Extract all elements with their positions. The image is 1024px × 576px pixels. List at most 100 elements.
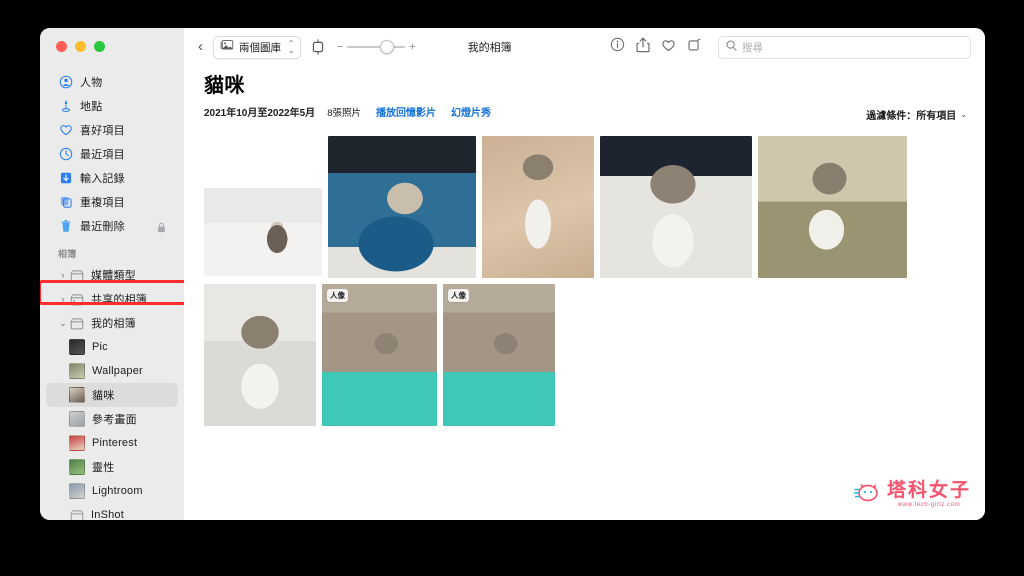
album-thumb-icon (69, 435, 85, 451)
sidebar-album-reference[interactable]: 參考畫面 (46, 407, 178, 431)
main-content: ‹ 兩個圖庫 ⌃ ⌄ − + 我的相簿 搜尋 貓咪 2021年10月至2022年… (184, 28, 985, 520)
rotate-icon[interactable] (687, 37, 702, 57)
photo-thumbnail[interactable] (322, 284, 437, 426)
photo-cell[interactable]: 人像 (322, 284, 437, 426)
toolbar: ‹ 兩個圖庫 ⌃ ⌄ − + 我的相簿 搜尋 (184, 28, 985, 66)
import-icon (58, 171, 73, 186)
close-button[interactable] (56, 41, 67, 52)
sidebar-item-people[interactable]: 人物 (46, 70, 178, 94)
sidebar: 人物 地點 喜好項目 最近項目 輸入記錄 重複項目 最近刪除 相簿 › 媒體類型… (40, 28, 184, 520)
portrait-badge: 人像 (327, 289, 348, 302)
sidebar-album-pinterest[interactable]: Pinterest (46, 431, 178, 455)
library-label: 兩個圖庫 (239, 41, 281, 54)
cat-logo-icon (852, 479, 882, 510)
zoom-button[interactable] (94, 41, 105, 52)
slideshow-link[interactable]: 幻燈片秀 (451, 104, 491, 119)
sidebar-item-label: 靈性 (92, 462, 115, 474)
trash-icon (58, 219, 73, 234)
slider-knob[interactable] (380, 40, 395, 54)
photo-row: 人像 人像 (204, 284, 975, 426)
photo-row (204, 132, 975, 278)
watermark: 塔科女子 www.tech-girlz.com (852, 479, 971, 510)
photo-thumbnail[interactable] (328, 136, 476, 278)
chevron-down-icon[interactable]: ⌄ (58, 318, 68, 329)
sidebar-item-label: InShot (91, 509, 125, 520)
chevron-right-icon[interactable]: › (58, 294, 68, 304)
sidebar-item-imports[interactable]: 輸入記錄 (46, 166, 178, 190)
clock-icon (58, 147, 73, 162)
sidebar-item-label: 重複項目 (80, 197, 125, 209)
filter-label: 過濾條件：所有項目 (866, 111, 957, 122)
sidebar-item-label: 喜好項目 (80, 125, 125, 137)
photo-thumbnail[interactable] (204, 188, 322, 276)
traffic-lights (56, 41, 105, 52)
sidebar-item-label: 輸入記錄 (80, 173, 125, 185)
album-header: 貓咪 2021年10月至2022年5月 8張照片 播放回憶影片 幻燈片秀 (184, 66, 985, 119)
toolbar-title: 我的相簿 (467, 42, 512, 54)
sidebar-item-recently-deleted[interactable]: 最近刪除 (46, 214, 178, 238)
slider-track (347, 46, 406, 48)
share-icon[interactable] (636, 37, 650, 58)
heart-icon (58, 123, 73, 138)
chevron-left-icon[interactable]: ‹ (196, 38, 211, 57)
album-thumb-icon (69, 387, 85, 403)
sidebar-item-label: 媒體類型 (91, 270, 136, 282)
folder-icon (69, 316, 84, 331)
zoom-in-icon[interactable]: + (409, 41, 415, 53)
sidebar-item-places[interactable]: 地點 (46, 94, 178, 118)
aspect-adjust-icon[interactable] (311, 39, 325, 55)
photos-stack-icon (220, 38, 234, 56)
photo-cell[interactable] (204, 284, 316, 426)
photo-thumbnail[interactable] (443, 284, 555, 426)
zoom-out-icon[interactable]: − (337, 41, 343, 53)
photo-cell[interactable] (758, 136, 907, 278)
zoom-slider-group[interactable]: − + (337, 40, 416, 54)
photo-thumbnail[interactable] (600, 136, 752, 278)
date-range: 2021年10月至2022年5月 (204, 108, 316, 119)
chevron-down-icon[interactable]: ⌄ (960, 110, 967, 119)
minimize-button[interactable] (75, 41, 86, 52)
heart-icon[interactable] (661, 38, 676, 57)
sidebar-item-shared-albums[interactable]: › 共享的相簿 (46, 287, 178, 311)
sidebar-item-label: Wallpaper (92, 365, 143, 377)
photo-cell[interactable] (600, 136, 752, 278)
sidebar-item-label: 最近刪除 (80, 221, 125, 233)
stepper-updown-icon[interactable]: ⌃ ⌄ (288, 40, 295, 55)
sidebar-list: 人物 地點 喜好項目 最近項目 輸入記錄 重複項目 最近刪除 相簿 › 媒體類型… (40, 70, 184, 520)
sidebar-item-label: 貓咪 (92, 390, 115, 402)
play-memory-link[interactable]: 播放回憶影片 (376, 104, 436, 119)
watermark-brand: 塔科女子 (886, 480, 971, 501)
sidebar-album-wallpaper-1[interactable]: Wallpaper (46, 359, 178, 383)
lock-icon (157, 220, 166, 238)
search-field[interactable]: 搜尋 (718, 35, 971, 59)
watermark-text: 塔科女子 www.tech-girlz.com (886, 480, 971, 509)
album-thumb-icon (69, 339, 85, 355)
filter-control[interactable]: 過濾條件：所有項目 ⌄ (866, 107, 967, 122)
sidebar-album-inshot[interactable]: InShot (46, 503, 178, 520)
photo-cell[interactable] (328, 136, 476, 278)
zoom-slider[interactable] (347, 40, 406, 54)
duplicate-icon (58, 195, 73, 210)
photo-cell[interactable] (204, 188, 322, 276)
sidebar-item-media-types[interactable]: › 媒體類型 (46, 263, 178, 287)
info-icon[interactable] (610, 37, 625, 57)
sidebar-item-recents[interactable]: 最近項目 (46, 142, 178, 166)
chevron-right-icon[interactable]: › (58, 270, 68, 280)
sidebar-item-favorites[interactable]: 喜好項目 (46, 118, 178, 142)
sidebar-section-header: 相簿 (58, 249, 77, 259)
sidebar-album-spirituality[interactable]: 靈性 (46, 455, 178, 479)
photo-cell[interactable] (482, 136, 594, 278)
sidebar-item-duplicates[interactable]: 重複項目 (46, 190, 178, 214)
photo-thumbnail[interactable] (482, 136, 594, 278)
sidebar-item-label: Pinterest (92, 437, 138, 449)
photo-thumbnail[interactable] (204, 284, 316, 426)
album-thumb-icon (69, 483, 85, 499)
sidebar-album-pic[interactable]: Pic (46, 335, 178, 359)
photo-cell[interactable]: 人像 (443, 284, 555, 426)
sidebar-album-lightroom[interactable]: Lightroom (46, 479, 178, 503)
sidebar-item-label: 我的相簿 (91, 318, 136, 330)
photo-thumbnail[interactable] (758, 136, 907, 278)
sidebar-item-my-albums[interactable]: ⌄ 我的相簿 (46, 311, 178, 335)
library-selector[interactable]: 兩個圖庫 ⌃ ⌄ (213, 35, 301, 59)
sidebar-album-cats[interactable]: 貓咪 (46, 383, 178, 407)
